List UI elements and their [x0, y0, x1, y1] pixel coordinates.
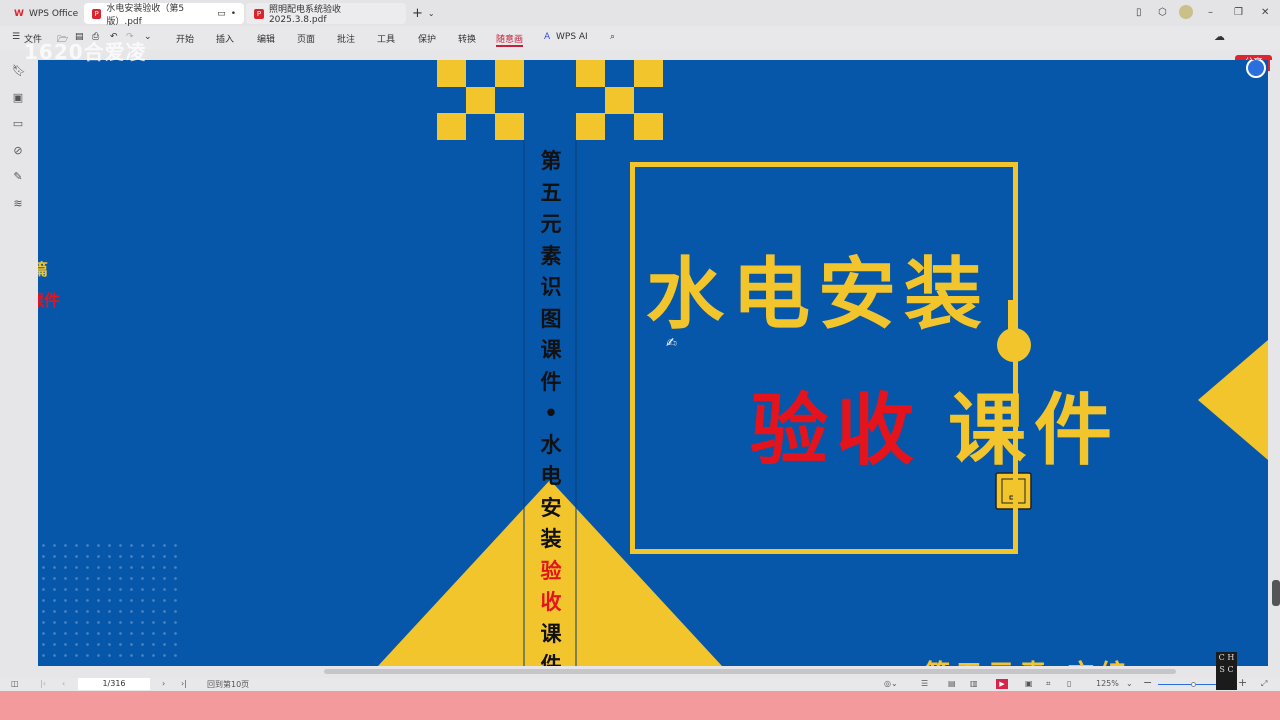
- menu-start[interactable]: 开始: [176, 32, 194, 45]
- bottom-caption: 第五元素·文编: [924, 654, 1132, 666]
- char: 装: [540, 527, 562, 551]
- signature-icon[interactable]: ✎: [12, 171, 24, 183]
- restore-icon[interactable]: ❐: [1234, 7, 1243, 18]
- play-icon[interactable]: ▶: [996, 679, 1008, 689]
- attachment-icon[interactable]: ⊘: [12, 145, 24, 157]
- menu-wps-ai[interactable]: WPS AI: [556, 32, 588, 42]
- left-sidebar: 🔖︎ ▣ ▭ ⊘ ✎ ≋: [0, 50, 38, 678]
- eye-icon[interactable]: ◎⌄: [884, 679, 898, 688]
- menu-page[interactable]: 页面: [297, 32, 315, 45]
- toolbar: ☰ 文件 🗁 ▤ ⎙ ↶ ↷ ⌄ 开始 插入 编辑 页面 批注 工具 保护 转换…: [0, 26, 1280, 71]
- two-page-icon[interactable]: ▥: [970, 679, 978, 688]
- watermark: 1620合爱凌: [24, 40, 147, 64]
- left-caption-yellow: 篇: [38, 260, 49, 279]
- title-line-1: 水电安装: [646, 250, 991, 340]
- zoom-slider-handle[interactable]: [1191, 682, 1196, 687]
- avatar[interactable]: [1179, 5, 1193, 19]
- pdf-page: 第 五 元 素 识 图 课 件 • 水 电 安 装 验 收 课 件 水电安装 验…: [38, 60, 1268, 666]
- page-number-input[interactable]: 1/316: [78, 678, 150, 690]
- new-tab-button[interactable]: + ⌄: [404, 3, 443, 24]
- fullscreen-icon[interactable]: ⤢: [1261, 679, 1267, 689]
- pdf-icon: P: [254, 8, 264, 19]
- wps-logo-icon: W: [14, 8, 24, 19]
- ime-label: C H: [1218, 653, 1235, 662]
- cube-icon[interactable]: ⬡: [1158, 7, 1167, 18]
- char: 课: [540, 621, 562, 646]
- comment-icon[interactable]: ▭: [12, 118, 24, 130]
- ime-label: S C: [1219, 665, 1234, 674]
- scroll-thumb[interactable]: [1272, 580, 1280, 606]
- monitor-icon[interactable]: ▭: [217, 9, 226, 19]
- minimize-icon[interactable]: –: [1208, 7, 1213, 18]
- fit-width-icon[interactable]: ▣: [1025, 679, 1033, 688]
- window-layout-icon[interactable]: ▯: [1136, 7, 1142, 18]
- char: 收: [540, 590, 562, 614]
- next-page-icon[interactable]: ›: [162, 679, 165, 688]
- sidebar-toggle-icon[interactable]: ◫: [11, 679, 19, 688]
- title-yellow: 课件: [948, 386, 1121, 476]
- scroll-thumb[interactable]: [324, 669, 1176, 674]
- title-frame: [630, 162, 1018, 554]
- menu-draw[interactable]: 随意画: [496, 32, 524, 47]
- bookmark-icon[interactable]: 🔖︎: [12, 65, 26, 77]
- char: 素: [540, 243, 562, 268]
- layers-icon[interactable]: ≋: [12, 198, 24, 210]
- right-triangle: [1198, 340, 1268, 460]
- char: 图: [540, 306, 562, 331]
- ime-indicator[interactable]: C H S C: [1216, 652, 1237, 690]
- tab-bar: W WPS Office P 水电安装验收（第5版）.pdf ▭ • P 照明配电系统验收…: [0, 0, 1280, 27]
- fit-page-icon[interactable]: ⌗: [1046, 679, 1051, 689]
- prev-page-icon[interactable]: ‹: [62, 679, 65, 688]
- char: 识: [540, 275, 562, 299]
- close-icon[interactable]: ✕: [1261, 7, 1269, 18]
- thumbnail-icon[interactable]: ▣: [12, 92, 24, 104]
- chevron-down-icon: ⌄: [427, 9, 435, 18]
- char: 第: [540, 149, 562, 173]
- goto-page-link[interactable]: 回到第10页: [207, 679, 249, 690]
- tab-wps-office[interactable]: W WPS Office: [6, 3, 86, 24]
- status-bar: ◫ |‹ ‹ 1/316 › ›| 回到第10页 ◎⌄ ☰ ▤ ▥ ▶ ▣ ⌗ …: [0, 676, 1280, 691]
- zoom-in-icon[interactable]: +: [1238, 676, 1247, 689]
- char: 验: [540, 558, 562, 583]
- menu-edit[interactable]: 编辑: [257, 32, 275, 45]
- title-red: 验收: [750, 386, 923, 476]
- char: 课: [540, 338, 562, 362]
- hamburger-icon[interactable]: ☰: [12, 32, 20, 42]
- close-dot-icon[interactable]: •: [231, 9, 236, 19]
- tab-document-2[interactable]: P 照明配电系统验收2025.3.8.pdf: [246, 3, 406, 25]
- char: 件: [540, 653, 562, 666]
- char: 电: [540, 464, 562, 488]
- last-page-icon[interactable]: ›|: [181, 679, 187, 688]
- continuous-view-icon[interactable]: ☰: [921, 679, 928, 688]
- menu-tools[interactable]: 工具: [377, 32, 395, 45]
- left-caption-red: 课件: [38, 291, 61, 310]
- search-icon[interactable]: ⌕: [610, 32, 615, 42]
- actual-size-icon[interactable]: ▯: [1067, 679, 1071, 688]
- tab-document-active[interactable]: P 水电安装验收（第5版）.pdf ▭ •: [84, 3, 244, 27]
- horizontal-scrollbar[interactable]: [38, 666, 1268, 678]
- zoom-out-icon[interactable]: −: [1143, 676, 1152, 689]
- zoom-level-select[interactable]: 125%: [1096, 679, 1119, 688]
- first-page-icon[interactable]: |‹: [40, 679, 46, 688]
- zoom-slider[interactable]: [1158, 682, 1218, 687]
- pdf-icon: P: [92, 8, 102, 19]
- char: 元: [540, 212, 562, 236]
- char: 水: [540, 432, 562, 457]
- menu-annotate[interactable]: 批注: [337, 32, 355, 45]
- pen-cursor-icon: ✍: [666, 336, 677, 351]
- cloud-upload-icon[interactable]: ☁: [1214, 30, 1225, 43]
- bottom-band: [0, 691, 1280, 720]
- chevron-down-icon[interactable]: ⌄: [1126, 679, 1133, 688]
- char: 五: [540, 180, 562, 205]
- single-page-icon[interactable]: ▤: [948, 679, 956, 688]
- wps-ai-icon: A: [544, 32, 551, 42]
- menu-convert[interactable]: 转换: [458, 32, 476, 45]
- vertical-scrollbar[interactable]: [1270, 60, 1280, 666]
- menu-insert[interactable]: 插入: [216, 32, 234, 45]
- char: 安: [540, 495, 562, 520]
- vertical-title: 第 五 元 素 识 图 课 件 • 水 电 安 装 验 收 课 件: [538, 146, 564, 666]
- char: 件: [540, 369, 562, 394]
- menu-protect[interactable]: 保护: [418, 32, 436, 45]
- char: •: [544, 401, 558, 425]
